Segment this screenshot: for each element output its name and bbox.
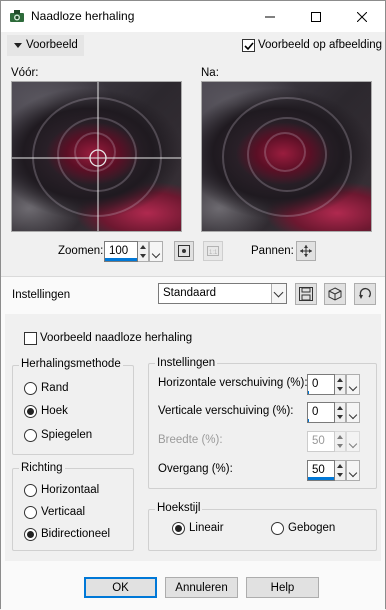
chevron-down-icon <box>14 43 22 48</box>
radio-rand[interactable] <box>24 382 37 395</box>
tiling-method-title: Herhalingsmethode <box>19 358 123 370</box>
radio-verticaal-label: Verticaal <box>41 506 86 518</box>
radio-lineair-label: Lineair <box>189 522 224 534</box>
zoom-stepper-arrows[interactable] <box>138 241 149 262</box>
pan-move-icon <box>300 245 312 257</box>
horizontal-offset-stepper[interactable] <box>335 374 346 395</box>
reset-icon <box>359 287 372 299</box>
preset-select-value: Standaard <box>163 287 217 299</box>
transition-label: Overgang (%): <box>158 463 233 475</box>
vertical-offset-label: Verticale verschuiving (%): <box>158 405 294 417</box>
before-preview-image[interactable] <box>11 81 182 232</box>
preset-label: Instellingen <box>12 289 71 301</box>
radio-spiegelen[interactable] <box>24 429 37 442</box>
ok-button[interactable]: OK <box>84 577 157 598</box>
radio-lineair[interactable] <box>172 522 185 535</box>
zoom-spinner[interactable]: 100 <box>104 241 164 262</box>
vertical-offset-dropdown[interactable] <box>346 402 360 423</box>
dialog-window: Naadloze herhaling Voorbeeld Voorbeeld o… <box>0 0 386 610</box>
preset-dropdown-arrow[interactable] <box>271 284 286 303</box>
vertical-offset-spinner[interactable]: 0 <box>307 402 360 423</box>
zoom-label: Zoomen: <box>58 245 104 257</box>
minimize-button[interactable] <box>247 1 293 32</box>
corner-style-title: Hoekstijl <box>155 502 203 514</box>
pan-button[interactable] <box>296 241 316 261</box>
preset-select[interactable]: Standaard <box>158 283 287 304</box>
offset-settings-title: Instellingen <box>155 357 218 369</box>
app-camera-icon <box>10 10 24 22</box>
width-dropdown[interactable] <box>346 431 360 452</box>
radio-horizontaal-label: Horizontaal <box>41 484 100 496</box>
before-label: Vóór: <box>11 67 39 79</box>
checkmark-icon <box>244 42 254 51</box>
width-spinner[interactable]: 50 <box>307 431 360 452</box>
window-title: Naadloze herhaling <box>31 9 135 23</box>
close-icon <box>357 11 367 22</box>
actual-size-icon: 1:1 <box>207 246 219 256</box>
horizontal-offset-label: Horizontale verschuiving (%): <box>158 377 308 389</box>
preview-toggle-button[interactable]: Voorbeeld <box>7 35 84 56</box>
svg-text:1:1: 1:1 <box>209 250 218 256</box>
after-label: Na: <box>201 67 219 79</box>
cancel-button[interactable]: Annuleren <box>165 577 238 598</box>
radio-gebogen[interactable] <box>271 522 284 535</box>
transition-dropdown[interactable] <box>346 460 360 481</box>
radio-rand-label: Rand <box>41 382 69 394</box>
radio-horizontaal[interactable] <box>24 484 37 497</box>
maximize-icon <box>311 11 321 22</box>
horizontal-offset-spinner[interactable]: 0 <box>307 374 360 395</box>
radio-gebogen-label: Gebogen <box>288 522 336 534</box>
after-preview-image <box>201 81 372 232</box>
save-disk-icon <box>299 287 313 301</box>
fit-window-icon <box>178 245 190 257</box>
vertical-offset-input[interactable]: 0 <box>307 402 335 423</box>
dice-icon <box>328 287 342 301</box>
minimize-icon <box>265 16 275 17</box>
zoom-dropdown-button[interactable] <box>149 241 163 262</box>
randomize-button[interactable] <box>324 283 346 305</box>
help-button[interactable]: Help <box>246 577 319 598</box>
radio-spiegelen-label: Spiegelen <box>41 429 93 441</box>
zoom-fit-button[interactable] <box>174 241 194 261</box>
direction-title: Richting <box>19 462 65 474</box>
close-button[interactable] <box>339 1 385 32</box>
pan-label: Pannen: <box>251 245 294 257</box>
radio-hoek-label: Hoek <box>41 405 68 417</box>
width-stepper[interactable] <box>335 431 346 452</box>
radio-bidirectioneel[interactable] <box>24 528 37 541</box>
width-input[interactable]: 50 <box>307 431 335 452</box>
preview-on-image-checkbox[interactable] <box>242 39 255 52</box>
save-preset-button[interactable] <box>295 283 317 305</box>
seamless-preview-checkbox[interactable] <box>24 332 37 345</box>
zoom-level-bar <box>105 258 137 261</box>
transition-spinner[interactable]: 50 <box>307 460 360 481</box>
preview-on-image-label: Voorbeeld op afbeelding <box>258 39 383 51</box>
vertical-offset-stepper[interactable] <box>335 402 346 423</box>
width-label: Breedte (%): <box>158 434 223 446</box>
maximize-button[interactable] <box>293 1 339 32</box>
radio-hoek[interactable] <box>24 405 37 418</box>
horizontal-offset-input[interactable]: 0 <box>307 374 335 395</box>
preview-toggle-label: Voorbeeld <box>26 39 78 51</box>
radio-bidirectioneel-label: Bidirectioneel <box>41 528 111 540</box>
horizontal-offset-dropdown[interactable] <box>346 374 360 395</box>
reset-button[interactable] <box>354 283 376 305</box>
seamless-preview-label: Voorbeeld naadloze herhaling <box>40 332 193 344</box>
radio-verticaal[interactable] <box>24 506 37 519</box>
horizontal-offset-bar <box>308 391 309 394</box>
transition-bar <box>308 477 334 480</box>
zoom-actual-size-button[interactable]: 1:1 <box>203 241 223 261</box>
title-bar: Naadloze herhaling <box>1 1 385 32</box>
transition-stepper[interactable] <box>335 460 346 481</box>
pan-crosshair-icon[interactable] <box>12 82 182 232</box>
vertical-offset-bar <box>308 419 309 422</box>
